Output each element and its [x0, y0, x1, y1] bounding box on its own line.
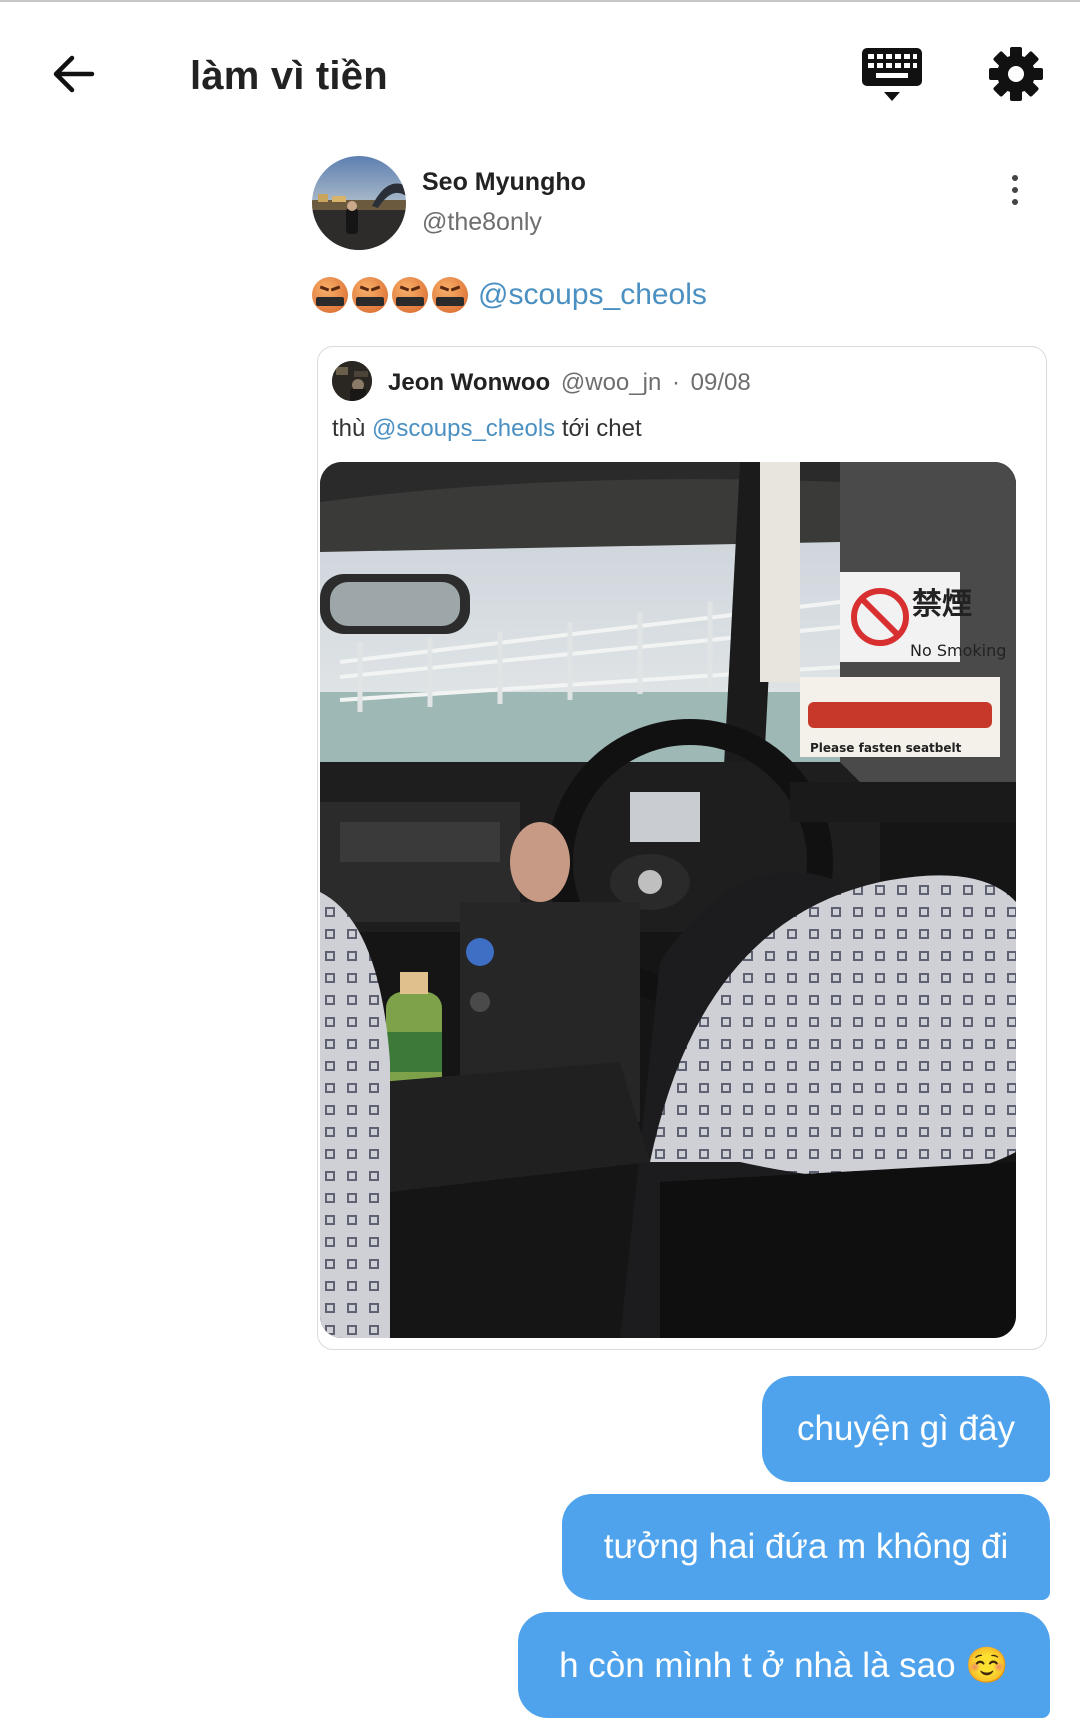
quoted-meta: Jeon Wonwoo @woo_jn · 09/08: [388, 369, 751, 397]
taxi-interior-image: 禁煙 No Smoking Please fasten seatbelt: [320, 462, 1016, 1338]
message-bubble[interactable]: chuyện gì đây: [762, 1376, 1050, 1482]
quoted-author-avatar[interactable]: [332, 361, 372, 401]
angry-cursing-emoji-icon: [352, 277, 388, 313]
angry-cursing-emoji-icon: [312, 277, 348, 313]
more-dot-icon: [1012, 187, 1018, 193]
angry-cursing-emoji-icon: [392, 277, 428, 313]
mention-link[interactable]: @scoups_cheols: [478, 278, 707, 312]
quoted-mention-link[interactable]: @scoups_cheols: [372, 415, 555, 442]
quoted-text-before: thù: [332, 415, 366, 442]
gear-icon: [989, 47, 1043, 101]
quoted-author-name[interactable]: Jeon Wonwoo: [388, 369, 550, 396]
author-name[interactable]: Seo Myungho: [422, 168, 586, 197]
message-text: chuyện gì đây: [797, 1409, 1015, 1448]
chat-header: làm vì tiền: [0, 0, 1080, 150]
tweet-text: @scoups_cheols: [312, 270, 707, 320]
no-smoking-text: No Smoking: [910, 641, 1006, 660]
angry-cursing-emoji-icon: [432, 277, 468, 313]
conversation-title: làm vì tiền: [190, 54, 388, 98]
back-button[interactable]: [44, 44, 104, 104]
arrow-left-icon: [53, 55, 95, 93]
meta-separator: ·: [671, 369, 680, 396]
keyboard-icon: [862, 48, 922, 101]
quoted-photo[interactable]: 禁煙 No Smoking Please fasten seatbelt: [320, 462, 1016, 1338]
author-avatar[interactable]: [312, 156, 406, 250]
quoted-date: 09/08: [690, 369, 751, 396]
more-dot-icon: [1012, 175, 1018, 181]
no-smoking-kanji: 禁煙: [912, 587, 972, 622]
quoted-tweet[interactable]: Jeon Wonwoo @woo_jn · 09/08 thù @scoups_…: [317, 346, 1047, 1350]
more-options-button[interactable]: [1000, 170, 1030, 210]
quoted-author-handle[interactable]: @woo_jn: [561, 369, 661, 396]
quoted-text: thù @scoups_cheols tới chet: [332, 415, 642, 443]
keyboard-button[interactable]: [858, 44, 926, 106]
message-bubble[interactable]: tưởng hai đứa m không đi: [562, 1494, 1050, 1600]
more-dot-icon: [1012, 199, 1018, 205]
settings-button[interactable]: [986, 44, 1046, 104]
author-handle[interactable]: @the8only: [422, 208, 542, 237]
message-text: tưởng hai đứa m không đi: [603, 1527, 1009, 1566]
message-bubble[interactable]: h còn mình t ở nhà là sao ☺️: [518, 1612, 1050, 1718]
message-text: h còn mình t ở nhà là sao ☺️: [559, 1645, 1009, 1685]
seatbelt-sign: Please fasten seatbelt: [810, 741, 962, 755]
quoted-text-after: tới chet: [561, 415, 642, 442]
